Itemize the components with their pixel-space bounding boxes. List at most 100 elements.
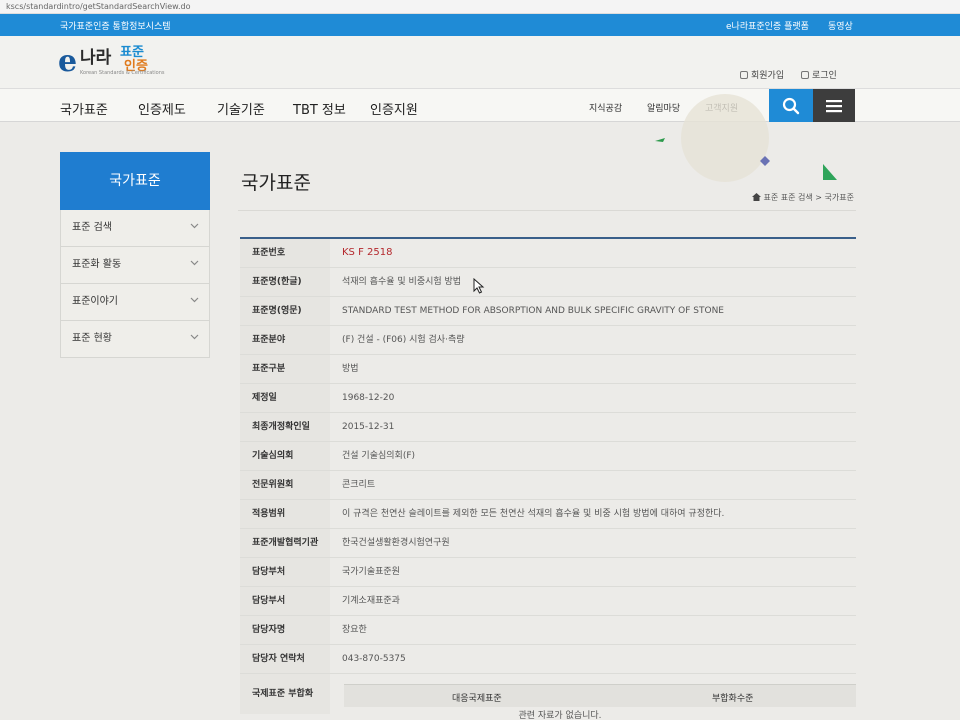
search-button[interactable]	[769, 89, 813, 122]
row-label: 표준구분	[240, 355, 330, 383]
table-row: 표준분야 (F) 건설 - (F06) 시험 검사·측량	[240, 326, 856, 355]
site-logo[interactable]: e 나라 표준 인증 Korean Standards & Certificat…	[58, 44, 168, 84]
row-label: 제정일	[240, 384, 330, 412]
nav-certification[interactable]: 인증제도	[138, 99, 186, 118]
table-row: 담당자명 장요한	[240, 616, 856, 645]
lock-icon	[801, 71, 809, 79]
row-value: 기계소재표준과	[342, 596, 400, 606]
chevron-down-icon	[190, 223, 199, 229]
sidebar-item-standard-story[interactable]: 표준이야기	[60, 284, 210, 321]
table-row: 표준명(영문) STANDARD TEST METHOD FOR ABSORPTI…	[240, 297, 856, 326]
row-label: 국제표준 부합화	[240, 674, 330, 714]
deco-diamond	[760, 156, 770, 166]
row-value: 콘크리트	[342, 480, 376, 490]
search-icon	[782, 97, 800, 115]
deco-triangle	[823, 164, 837, 180]
row-value: 1968-12-20	[342, 393, 395, 403]
nav-customer-support[interactable]: 고객지원	[705, 101, 738, 114]
row-value: 이 규격은 천연산 슬레이트를 제외한 모든 천연산 석재의 흡수율 및 비중 …	[342, 509, 725, 519]
row-label: 표준명(한글)	[240, 268, 330, 296]
table-row: 표준번호 KS F 2518	[240, 239, 856, 268]
table-row: 최종개정확인일 2015-12-31	[240, 413, 856, 442]
row-value: 한국건설생활환경시험연구원	[342, 538, 450, 548]
table-row: 제정일 1968-12-20	[240, 384, 856, 413]
sidebar: 국가표준 표준 검색 표준화 활동 표준이야기 표준 현황	[60, 152, 210, 358]
table-row: 표준개발협력기관 한국건설생활환경시험연구원	[240, 529, 856, 558]
sidebar-item-standard-status[interactable]: 표준 현황	[60, 321, 210, 358]
col-intl-standard: 대응국제표준	[452, 694, 502, 704]
nav-technical-regulations[interactable]: 기술기준	[217, 99, 265, 118]
sidebar-item-standard-search[interactable]: 표준 검색	[60, 210, 210, 247]
logo-nara: 나라	[80, 48, 112, 68]
row-label: 표준번호	[240, 239, 330, 267]
nav-certification-support[interactable]: 인증지원	[370, 99, 418, 118]
login-link[interactable]: 로그인	[801, 68, 837, 81]
logo-pyojun: 표준	[120, 45, 144, 60]
row-value: 장요한	[342, 625, 367, 635]
deco-green-mark	[655, 138, 665, 142]
sidebar-item-standardization[interactable]: 표준화 활동	[60, 247, 210, 284]
user-icon	[740, 71, 748, 79]
page-title: 국가표준	[241, 172, 311, 194]
chevron-down-icon	[190, 260, 199, 266]
nav-national-standards[interactable]: 국가표준	[60, 99, 108, 118]
row-label: 담당부서	[240, 587, 330, 615]
table-row: 담당자 연락처 043-870-5375	[240, 645, 856, 674]
row-label: 표준개발협력기관	[240, 529, 330, 557]
join-label: 회원가입	[751, 71, 785, 81]
col-harmonization-level: 부합화수준	[712, 694, 754, 704]
breadcrumb-text: 표준 표준 검색 > 국가표준	[763, 193, 854, 202]
row-label: 전문위원회	[240, 471, 330, 499]
sidebar-item-label: 표준 현황	[72, 333, 112, 344]
home-icon[interactable]	[751, 193, 761, 201]
row-value: 석재의 흡수율 및 비중시험 방법	[342, 277, 462, 287]
empty-message: 관련 자료가 없습니다.	[518, 711, 602, 720]
chevron-down-icon	[190, 334, 199, 340]
row-label: 담당자명	[240, 616, 330, 644]
sidebar-title: 국가표준	[60, 152, 210, 210]
table-row: 기술심의회 건설 기술심의회(F)	[240, 442, 856, 471]
intl-harmonization-table: 대응국제표준 부합화수준 관련 자료가 없습니다.	[344, 684, 856, 720]
sidebar-item-label: 표준이야기	[72, 296, 118, 307]
row-value: 043-870-5375	[342, 654, 406, 664]
standard-detail-table: 표준번호 KS F 2518 표준명(한글) 석재의 흡수율 및 비중시험 방법 표…	[240, 237, 856, 720]
sidebar-item-label: 표준화 활동	[72, 259, 122, 270]
sidebar-item-label: 표준 검색	[72, 222, 112, 233]
table-row: 표준명(한글) 석재의 흡수율 및 비중시험 방법	[240, 268, 856, 297]
row-value: 건설 기술심의회(F)	[342, 451, 416, 461]
breadcrumb: 표준 표준 검색 > 국가표준	[751, 192, 854, 203]
row-value: 국가기술표준원	[342, 567, 400, 577]
system-name: 국가표준인증 통합정보시스템	[60, 22, 171, 32]
logo-subtext: Korean Standards & Certifications	[80, 70, 165, 76]
row-label: 기술심의회	[240, 442, 330, 470]
site-header: e 나라 표준 인증 Korean Standards & Certificat…	[0, 36, 960, 88]
logo-e: e	[58, 44, 78, 79]
nav-tbt-info[interactable]: TBT 정보	[293, 99, 346, 118]
top-utility-bar: 국가표준인증 통합정보시스템 e나라표준인증 플랫폼 동영상	[0, 14, 960, 36]
mouse-cursor-icon	[473, 278, 485, 294]
table-row: 적용범위 이 규격은 천연산 슬레이트를 제외한 모든 천연산 석재의 흡수율 및…	[240, 500, 856, 529]
nav-knowledge[interactable]: 지식공감	[589, 101, 622, 114]
divider	[238, 210, 856, 211]
row-value: STANDARD TEST METHOD FOR ABSORPTION AND …	[342, 306, 724, 316]
row-label: 표준분야	[240, 326, 330, 354]
login-label: 로그인	[812, 71, 837, 81]
table-row: 표준구분 방법	[240, 355, 856, 384]
table-row: 담당부서 기계소재표준과	[240, 587, 856, 616]
row-value: 2015-12-31	[342, 422, 395, 432]
hamburger-icon	[826, 100, 842, 113]
table-row: 담당부처 국가기술표준원	[240, 558, 856, 587]
standard-number: KS F 2518	[342, 247, 393, 258]
row-label: 담당자 연락처	[240, 645, 330, 673]
menu-button[interactable]	[813, 89, 855, 122]
join-link[interactable]: 회원가입	[740, 68, 784, 81]
chevron-down-icon	[190, 297, 199, 303]
address-bar[interactable]: kscs/standardintro/getStandardSearchView…	[0, 0, 960, 14]
video-link[interactable]: 동영상	[828, 19, 853, 32]
subtable-header: 대응국제표준 부합화수준	[344, 685, 856, 707]
nav-notice[interactable]: 알림마당	[647, 101, 680, 114]
platform-link[interactable]: e나라표준인증 플랫폼	[726, 19, 809, 32]
row-label: 담당부처	[240, 558, 330, 586]
intl-harmonization-row: 국제표준 부합화 대응국제표준 부합화수준 관련 자료가 없습니다.	[240, 674, 856, 720]
table-row: 전문위원회 콘크리트	[240, 471, 856, 500]
